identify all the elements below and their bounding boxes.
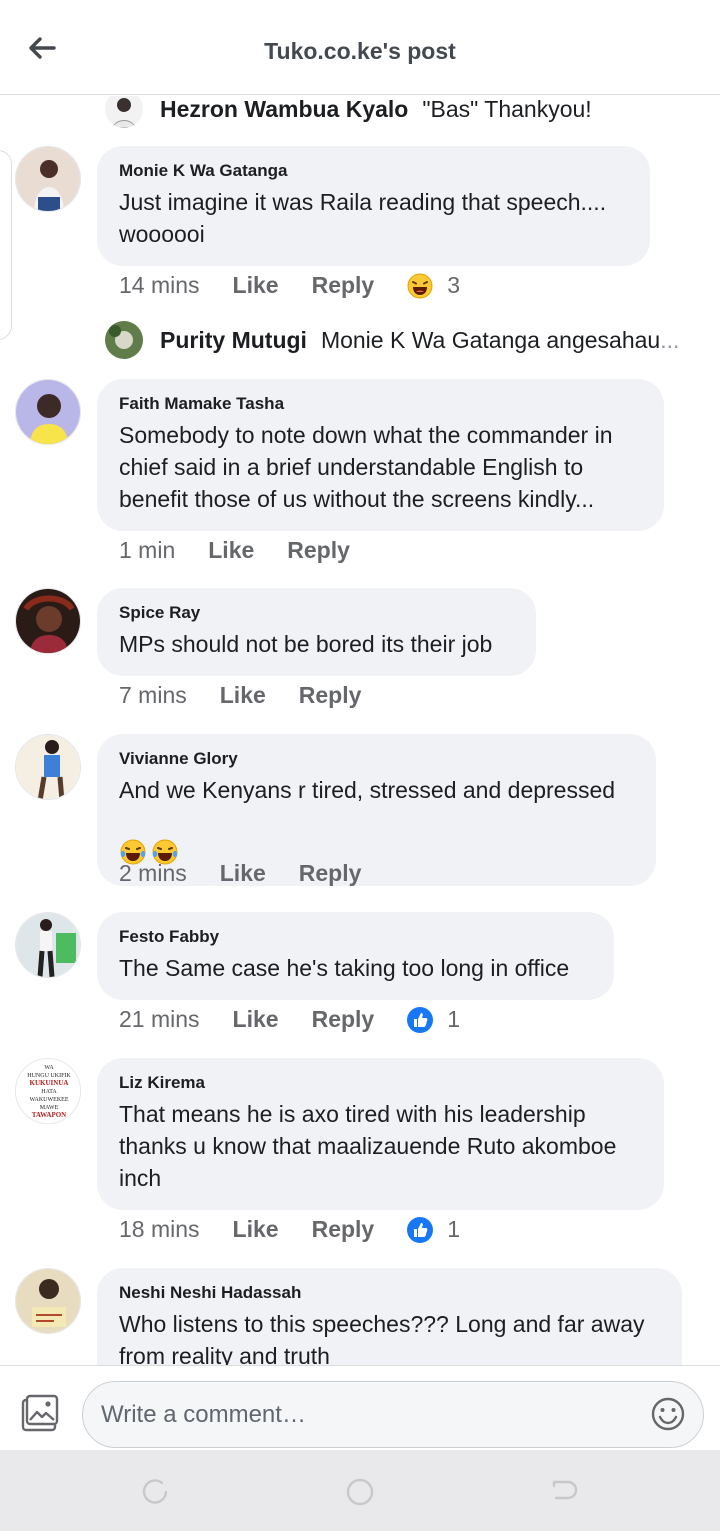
reaction-count: 1 bbox=[447, 1216, 461, 1242]
comment-bubble[interactable]: Spice Ray MPs should not be bored its th… bbox=[97, 588, 536, 676]
like-button[interactable]: Like bbox=[220, 682, 266, 709]
avatar[interactable] bbox=[105, 96, 143, 128]
reply-button[interactable]: Reply bbox=[312, 1216, 375, 1243]
avatar[interactable] bbox=[15, 588, 81, 654]
avatar-text: KUKUINUA bbox=[30, 1079, 69, 1087]
comment-actions: 7 mins Like Reply bbox=[119, 682, 394, 709]
avatar[interactable] bbox=[105, 321, 143, 359]
avatar-text: HATA bbox=[41, 1089, 57, 1095]
reaction-summary[interactable]: 1 bbox=[407, 1006, 460, 1033]
comment-actions: 21 mins Like Reply 1 bbox=[119, 1006, 460, 1033]
comment-bubble[interactable]: Liz Kirema That means he is axo tired wi… bbox=[97, 1058, 664, 1210]
comment-time: 14 mins bbox=[119, 272, 200, 298]
comment-text: MPs should not be bored its their job bbox=[119, 631, 493, 657]
like-button[interactable]: Like bbox=[220, 860, 266, 887]
thumbs-up-icon bbox=[407, 1006, 434, 1033]
reaction-summary[interactable]: 3 bbox=[407, 272, 460, 299]
comment-text: That means he is axo tired with his lead… bbox=[119, 1101, 617, 1191]
comment-text: Who listens to this speeches??? Long and… bbox=[119, 1311, 645, 1365]
like-button[interactable]: Like bbox=[233, 1006, 279, 1033]
comment-author[interactable]: Liz Kirema bbox=[119, 1072, 642, 1094]
comment-author[interactable]: Spice Ray bbox=[119, 602, 514, 624]
reply-button[interactable]: Reply bbox=[312, 272, 375, 299]
reply-text: "Bas" Thankyou! bbox=[422, 96, 592, 122]
smiley-icon[interactable] bbox=[650, 1396, 686, 1432]
reply-button[interactable]: Reply bbox=[287, 537, 350, 564]
back-icon[interactable] bbox=[550, 1478, 578, 1506]
avatar[interactable] bbox=[15, 379, 81, 445]
avatar-text: TAWAPON bbox=[32, 1111, 66, 1119]
avatar[interactable] bbox=[15, 734, 81, 800]
comment-bubble[interactable]: Festo Fabby The Same case he's taking to… bbox=[97, 912, 614, 1000]
system-navigation-bar bbox=[0, 1450, 720, 1531]
reply-preview[interactable]: Purity Mutugi Monie K Wa Gatanga angesah… bbox=[105, 321, 679, 359]
avatar-text: WA bbox=[44, 1065, 54, 1071]
comment-time: 21 mins bbox=[119, 1006, 200, 1032]
comment-text: And we Kenyans r tired, stressed and dep… bbox=[119, 774, 634, 870]
comment-text: Somebody to note down what the commander… bbox=[119, 422, 613, 512]
comment-text-body: And we Kenyans r tired, stressed and dep… bbox=[119, 777, 616, 803]
reply-button[interactable]: Reply bbox=[312, 1006, 375, 1033]
comment-time: 1 min bbox=[119, 537, 176, 563]
laughing-emoji-icon bbox=[407, 273, 433, 299]
reply-button[interactable]: Reply bbox=[299, 860, 362, 887]
comment-time: 7 mins bbox=[119, 682, 187, 708]
avatar[interactable] bbox=[15, 912, 81, 978]
like-button[interactable]: Like bbox=[208, 537, 254, 564]
page-title: Tuko.co.ke's post bbox=[264, 38, 456, 64]
reaction-count: 3 bbox=[447, 272, 461, 298]
recent-apps-icon[interactable] bbox=[142, 1478, 170, 1506]
avatar[interactable] bbox=[15, 1268, 81, 1334]
comment-text: The Same case he's taking too long in of… bbox=[119, 955, 570, 981]
comments-list: Hezron Wambua Kyalo "Bas" Thankyou! Moni… bbox=[0, 96, 720, 1365]
comment-author[interactable]: Neshi Neshi Hadassah bbox=[119, 1282, 660, 1304]
reply-preview[interactable]: Hezron Wambua Kyalo "Bas" Thankyou! bbox=[105, 96, 592, 128]
comment-actions: 18 mins Like Reply 1 bbox=[119, 1216, 460, 1243]
home-icon[interactable] bbox=[346, 1478, 374, 1506]
reply-button[interactable]: Reply bbox=[299, 682, 362, 709]
comment-time: 18 mins bbox=[119, 1216, 200, 1242]
comment-bubble[interactable]: Monie K Wa Gatanga Just imagine it was R… bbox=[97, 146, 650, 266]
avatar[interactable]: WA HUNGU UKIFIK KUKUINUA HATA WAKUWEKEE … bbox=[15, 1058, 81, 1124]
comment-author[interactable]: Faith Mamake Tasha bbox=[119, 393, 642, 415]
reply-author[interactable]: Hezron Wambua Kyalo bbox=[160, 96, 408, 123]
comment-text: Just imagine it was Raila reading that s… bbox=[119, 189, 607, 247]
comment-actions: 1 min Like Reply bbox=[119, 537, 383, 564]
comment-actions: 2 mins Like Reply bbox=[119, 860, 394, 887]
comment-bubble[interactable]: Faith Mamake Tasha Somebody to note down… bbox=[97, 379, 664, 531]
thumbs-up-icon bbox=[407, 1216, 434, 1243]
comment-bubble[interactable]: Neshi Neshi Hadassah Who listens to this… bbox=[97, 1268, 682, 1365]
comment-author[interactable]: Monie K Wa Gatanga bbox=[119, 160, 628, 182]
avatar[interactable] bbox=[15, 146, 81, 212]
comment-author[interactable]: Vivianne Glory bbox=[119, 748, 634, 770]
top-bar: Tuko.co.ke's post bbox=[0, 0, 720, 95]
like-button[interactable]: Like bbox=[233, 1216, 279, 1243]
reaction-summary[interactable]: 1 bbox=[407, 1216, 460, 1243]
comment-time: 2 mins bbox=[119, 860, 187, 886]
comment-composer bbox=[0, 1365, 720, 1450]
comment-actions: 14 mins Like Reply 3 bbox=[119, 272, 460, 299]
avatar-text: WAKUWEKEE bbox=[30, 1097, 69, 1103]
like-button[interactable]: Like bbox=[233, 272, 279, 299]
photo-icon[interactable] bbox=[20, 1394, 60, 1434]
reply-text: Monie K Wa Gatanga angesahau bbox=[320, 326, 661, 353]
reaction-count: 1 bbox=[447, 1006, 461, 1032]
comment-input[interactable] bbox=[82, 1381, 704, 1448]
truncation-ellipsis: ... bbox=[660, 326, 680, 353]
reply-author[interactable]: Purity Mutugi bbox=[160, 327, 307, 354]
comment-author[interactable]: Festo Fabby bbox=[119, 926, 592, 948]
